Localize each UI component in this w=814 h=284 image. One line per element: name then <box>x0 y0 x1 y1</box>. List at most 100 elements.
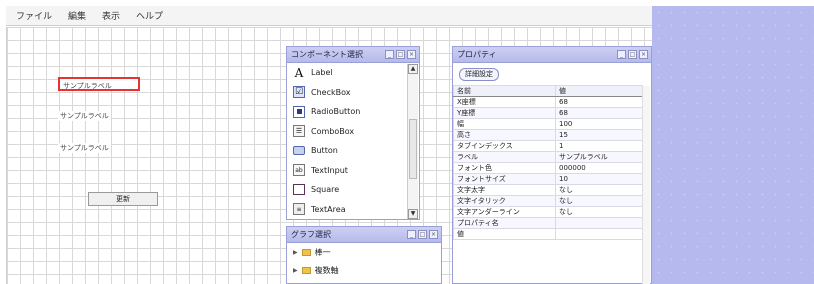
property-row[interactable]: タブインデックス 1 <box>453 140 643 152</box>
component-item-checkbox[interactable]: ☑ CheckBox <box>287 83 408 103</box>
property-value-cell[interactable]: 15 <box>555 129 643 141</box>
property-name-cell: ラベル <box>453 151 556 163</box>
minimize-icon[interactable]: _ <box>407 230 416 239</box>
graph-tree-label: 複数軸 <box>314 265 339 275</box>
component-item-text: TextArea <box>311 204 346 214</box>
property-value-cell[interactable]: 000000 <box>555 162 643 174</box>
property-name-cell: 高さ <box>453 129 556 141</box>
property-row[interactable]: 高さ 15 <box>453 129 643 141</box>
background-area <box>652 6 814 284</box>
property-value-cell[interactable]: 100 <box>555 118 643 130</box>
canvas-label-selected[interactable]: サンプルラベル <box>58 77 140 91</box>
maximize-icon[interactable]: □ <box>628 50 637 59</box>
component-scrollbar[interactable]: ▲ ▼ <box>407 64 418 219</box>
canvas-button[interactable]: 更新 <box>88 192 158 206</box>
scroll-down-icon[interactable]: ▼ <box>408 209 418 219</box>
component-item-text: ComboBox <box>311 126 355 136</box>
component-panel-title: コンポーネント選択 _ □ × <box>287 47 419 63</box>
property-value-cell[interactable]: 10 <box>555 173 643 185</box>
textarea-icon: ≡ <box>293 203 305 216</box>
component-item-button[interactable]: Button <box>287 141 408 161</box>
component-item-textinput[interactable]: ab TextInput <box>287 161 408 181</box>
property-row[interactable]: Y座標 68 <box>453 107 643 119</box>
scroll-up-icon[interactable]: ▲ <box>408 64 418 74</box>
property-scrollbar[interactable] <box>642 86 650 284</box>
component-item-label[interactable]: A Label <box>287 63 408 83</box>
property-value-cell[interactable]: 68 <box>555 107 643 119</box>
minimize-icon[interactable]: _ <box>617 50 626 59</box>
component-item-combobox[interactable]: ☰ ComboBox <box>287 122 408 142</box>
property-name-cell: タブインデックス <box>453 140 556 152</box>
component-item-text: RadioButton <box>311 107 361 117</box>
graph-panel: グラフ選択 _ □ × ▶ 棒一 ▶ 複数軸 <box>286 226 442 284</box>
property-row[interactable]: 幅 100 <box>453 118 643 130</box>
property-panel-title-text: プロパティ <box>457 50 497 59</box>
property-header-row: 名前 値 <box>453 85 643 97</box>
menu-file[interactable]: ファイル <box>16 9 52 22</box>
property-row[interactable]: ラベル サンプルラベル <box>453 151 643 163</box>
close-icon[interactable]: × <box>407 50 416 59</box>
property-panel-title: プロパティ _ □ × <box>453 47 651 63</box>
component-item-text: CheckBox <box>311 87 351 97</box>
button-icon <box>293 146 305 156</box>
graph-panel-title: グラフ選択 _ □ × <box>287 227 441 243</box>
property-toolbar: 詳細設定 <box>453 63 651 85</box>
maximize-icon[interactable]: □ <box>396 50 405 59</box>
menu-edit[interactable]: 編集 <box>68 9 86 22</box>
property-row[interactable]: 文字アンダーライン なし <box>453 206 643 218</box>
minimize-icon[interactable]: _ <box>385 50 394 59</box>
property-row[interactable]: プロパティ名 <box>453 217 643 229</box>
property-name-cell: 文字アンダーライン <box>453 206 556 218</box>
property-row[interactable]: 値 <box>453 228 643 240</box>
folder-icon <box>301 248 311 256</box>
canvas-label[interactable]: サンプルラベル <box>58 143 111 153</box>
detail-settings-button[interactable]: 詳細設定 <box>459 67 499 81</box>
component-item-square[interactable]: Square <box>287 180 408 200</box>
property-table-body: X座標 68 Y座標 68 幅 100 高さ 15 タブインデックス 1 ラベル サンプルラベル フォン… <box>453 96 643 240</box>
property-value-cell[interactable] <box>555 217 643 229</box>
square-icon <box>293 184 305 196</box>
checkbox-icon: ☑ <box>293 86 305 99</box>
textinput-icon: ab <box>293 164 305 177</box>
property-name-cell: 幅 <box>453 118 556 130</box>
component-item-radiobutton[interactable]: RadioButton <box>287 102 408 122</box>
component-item-text: Square <box>311 185 340 195</box>
column-header-value: 値 <box>555 85 643 97</box>
property-value-cell[interactable]: なし <box>555 184 643 196</box>
menu-view[interactable]: 表示 <box>102 9 120 22</box>
close-icon[interactable]: × <box>429 230 438 239</box>
canvas-label[interactable]: サンプルラベル <box>58 111 111 121</box>
folder-icon <box>301 266 311 274</box>
property-name-cell: フォント色 <box>453 162 556 174</box>
property-row[interactable]: 文字太字 なし <box>453 184 643 196</box>
maximize-icon[interactable]: □ <box>418 230 427 239</box>
property-row[interactable]: フォントサイズ 10 <box>453 173 643 185</box>
property-value-cell[interactable]: サンプルラベル <box>555 151 643 163</box>
property-value-cell[interactable] <box>555 228 643 240</box>
property-value-cell[interactable]: 1 <box>555 140 643 152</box>
property-name-cell: 値 <box>453 228 556 240</box>
expand-arrow-icon[interactable]: ▶ <box>293 249 298 256</box>
radiobutton-icon <box>293 105 305 118</box>
property-value-cell[interactable]: 68 <box>555 96 643 108</box>
menu-help[interactable]: ヘルプ <box>136 9 163 22</box>
expand-arrow-icon[interactable]: ▶ <box>293 267 298 274</box>
component-item-textarea[interactable]: ≡ TextArea <box>287 200 408 220</box>
close-icon[interactable]: × <box>639 50 648 59</box>
property-name-cell: 文字太字 <box>453 184 556 196</box>
property-row[interactable]: X座標 68 <box>453 96 643 108</box>
graph-tree-label: 棒一 <box>314 247 331 257</box>
property-row[interactable]: 文字イタリック なし <box>453 195 643 207</box>
property-name-cell: X座標 <box>453 96 556 108</box>
scroll-thumb[interactable] <box>409 119 417 179</box>
property-value-cell[interactable]: なし <box>555 195 643 207</box>
component-item-text: Label <box>311 68 333 78</box>
property-row[interactable]: フォント色 000000 <box>453 162 643 174</box>
property-value-cell[interactable]: なし <box>555 206 643 218</box>
component-list: A Label ☑ CheckBox RadioButton ☰ ComboBo… <box>287 63 408 219</box>
component-panel: コンポーネント選択 _ □ × A Label ☑ CheckBox Radio… <box>286 46 420 220</box>
graph-tree-item[interactable]: ▶ 棒一 <box>287 243 441 261</box>
graph-tree-item[interactable]: ▶ 複数軸 <box>287 261 441 279</box>
column-header-name: 名前 <box>453 85 556 97</box>
property-name-cell: Y座標 <box>453 107 556 119</box>
